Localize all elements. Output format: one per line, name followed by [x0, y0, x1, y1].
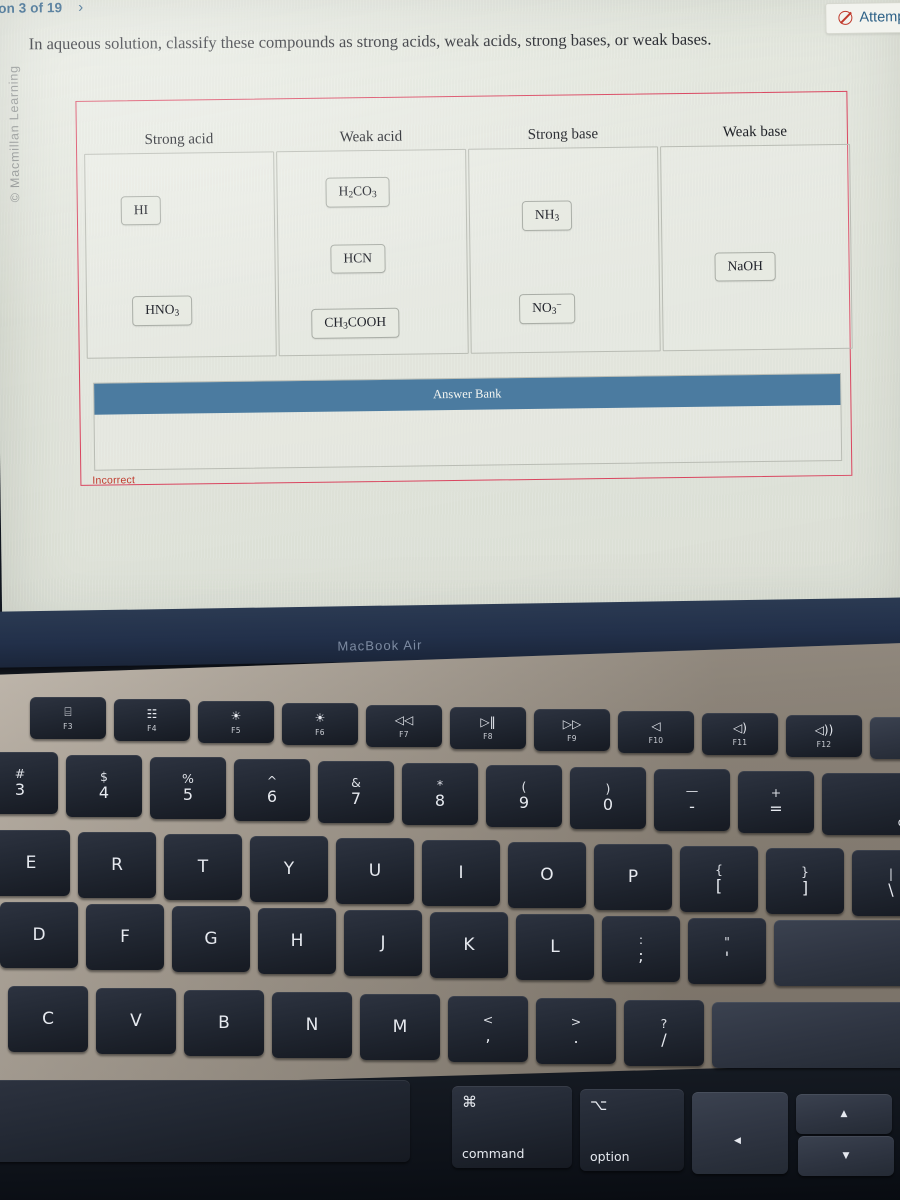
key-9[interactable]: (9: [486, 765, 562, 827]
key-minus[interactable]: — -: [654, 769, 730, 831]
option-icon: ⌥: [590, 1096, 608, 1114]
photo-of-laptop: on 3 of 19 › Attempt © Macmillan Learning…: [0, 0, 900, 1200]
space-bar-key[interactable]: [0, 1080, 410, 1162]
key-0[interactable]: ) 0: [570, 767, 646, 829]
key-m[interactable]: M: [360, 994, 440, 1060]
key-period[interactable]: >.: [536, 998, 616, 1064]
fast-forward-icon: ▷▷: [562, 716, 582, 731]
key-y[interactable]: Y: [250, 836, 328, 902]
mission-control-icon: ⌸: [64, 704, 72, 719]
delete-key[interactable]: delete: [822, 773, 900, 835]
play-pause-key[interactable]: ▷‖ F8: [450, 707, 526, 749]
volume-up-icon: ◁)): [814, 722, 834, 737]
key-quote[interactable]: " ': [688, 918, 766, 984]
key-6[interactable]: ^ 6: [234, 759, 310, 821]
rewind-key[interactable]: ◁◁ F7: [366, 705, 442, 747]
command-key-right[interactable]: ⌘ command: [452, 1086, 572, 1168]
key-p[interactable]: P: [594, 844, 672, 910]
volume-down-icon: ◁): [733, 720, 747, 735]
volume-down-key[interactable]: ◁) F11: [702, 713, 778, 755]
key-backslash[interactable]: | \: [852, 850, 900, 916]
key-j[interactable]: J: [344, 910, 422, 976]
key-7[interactable]: & 7: [318, 761, 394, 823]
rewind-icon: ◁◁: [394, 712, 414, 727]
brightness-down-icon: ☀: [230, 708, 242, 723]
keyboard-brightness-down-key[interactable]: ☀ F5: [198, 701, 274, 743]
option-key-right[interactable]: ⌥ option: [580, 1089, 684, 1171]
key-4[interactable]: $4: [66, 755, 142, 817]
right-shift-key[interactable]: [712, 1002, 900, 1068]
key-8[interactable]: * 8: [402, 763, 478, 825]
key-l[interactable]: L: [516, 914, 594, 980]
arrow-up-icon: ▲: [840, 1109, 848, 1119]
arrow-down-icon: ▼: [842, 1151, 850, 1161]
key-d[interactable]: D: [0, 902, 78, 968]
key-5[interactable]: % 5: [150, 757, 226, 819]
key-u[interactable]: U: [336, 838, 414, 904]
arrow-down-key[interactable]: ▼: [798, 1136, 894, 1176]
brightness-up-icon: ☀: [314, 710, 326, 725]
play-pause-icon: ▷‖: [480, 714, 496, 729]
option-label: option: [590, 1149, 630, 1164]
mission-control-key[interactable]: ⌸ F3: [30, 697, 106, 739]
return-key[interactable]: re: [774, 920, 900, 986]
key-n[interactable]: N: [272, 992, 352, 1058]
fast-forward-key[interactable]: ▷▷ F9: [534, 709, 610, 751]
key-o[interactable]: O: [508, 842, 586, 908]
arrow-left-icon: ◀: [734, 1136, 741, 1146]
key-i[interactable]: I: [422, 840, 500, 906]
keyboard: ⌸ F3 ☷ F4 ☀ F5 ☀ F6 ◁◁ F7 ▷‖ F8 ▷▷ F9 ◁ F10 ◁) F1…: [0, 0, 900, 1200]
key-h[interactable]: H: [258, 908, 336, 974]
key-r[interactable]: R: [78, 832, 156, 898]
arrow-up-key[interactable]: ▲: [796, 1094, 892, 1134]
keyboard-brightness-up-key[interactable]: ☀ F6: [282, 703, 358, 745]
key-equals[interactable]: + =: [738, 771, 814, 833]
key-g[interactable]: G: [172, 906, 250, 972]
key-3[interactable]: #3: [0, 752, 58, 814]
mute-key[interactable]: ◁ F10: [618, 711, 694, 753]
key-v[interactable]: V: [96, 988, 176, 1054]
key-k[interactable]: K: [430, 912, 508, 978]
key-e[interactable]: E: [0, 830, 70, 896]
key-b[interactable]: B: [184, 990, 264, 1056]
mute-icon: ◁: [651, 718, 661, 733]
command-label: command: [462, 1146, 525, 1161]
launchpad-key[interactable]: ☷ F4: [114, 699, 190, 741]
key-slash[interactable]: ? /: [624, 1000, 704, 1066]
touch-id-key[interactable]: [870, 717, 900, 759]
key-f[interactable]: F: [86, 904, 164, 970]
launchpad-icon: ☷: [146, 706, 158, 721]
key-left-bracket[interactable]: {[: [680, 846, 758, 912]
volume-up-key[interactable]: ◁)) F12: [786, 715, 862, 757]
command-icon: ⌘: [462, 1093, 477, 1111]
key-t[interactable]: T: [164, 834, 242, 900]
key-c[interactable]: C: [8, 986, 88, 1052]
key-comma[interactable]: <,: [448, 996, 528, 1062]
arrow-left-key[interactable]: ◀: [692, 1092, 788, 1174]
key-semicolon[interactable]: :;: [602, 916, 680, 982]
key-right-bracket[interactable]: }]: [766, 848, 844, 914]
